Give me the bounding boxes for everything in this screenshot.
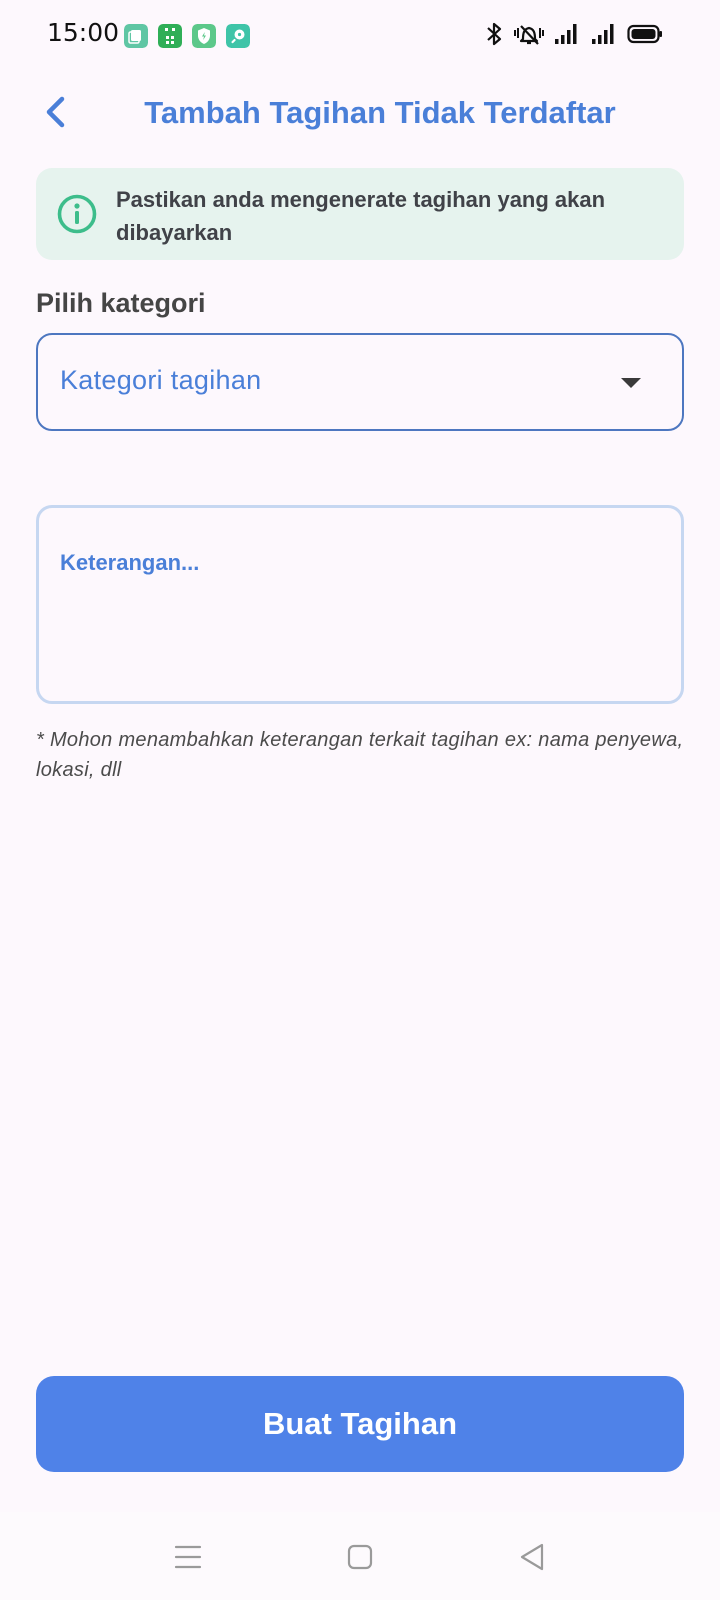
system-nav-bar	[0, 1512, 720, 1600]
chevron-left-icon	[46, 96, 65, 128]
home-icon[interactable]	[343, 1540, 377, 1574]
info-icon	[57, 194, 97, 234]
category-placeholder: Kategori tagihan	[60, 365, 262, 395]
dropdown-arrow-icon	[621, 378, 641, 388]
screen: 15:00 Tambah Tagihan Tidak Terdaftar Pas…	[0, 0, 720, 1600]
back-icon[interactable]	[515, 1540, 549, 1574]
signal-icon	[555, 24, 577, 44]
description-placeholder: Keterangan...	[60, 550, 200, 575]
menu-icon[interactable]	[171, 1540, 205, 1574]
battery-icon	[627, 24, 662, 44]
page-title: Tambah Tagihan Tidak Terdaftar	[144, 95, 616, 130]
category-dropdown[interactable]: Kategori tagihan	[36, 333, 684, 431]
status-bar: 15:00	[0, 0, 720, 72]
copy-app-icon	[124, 24, 148, 48]
shield-app-icon	[192, 24, 216, 48]
back-button[interactable]	[30, 82, 80, 142]
signal-icon	[592, 24, 614, 44]
status-time: 15:00	[47, 18, 120, 47]
vibrate-mute-icon	[514, 25, 544, 45]
category-label: Pilih kategori	[36, 288, 206, 318]
search-app-icon	[226, 24, 250, 48]
grid-app-icon	[158, 24, 182, 48]
description-helper-text: * Mohon menambahkan keterangan terkait t…	[36, 729, 684, 781]
bluetooth-icon	[487, 22, 502, 46]
create-bill-button[interactable]: Buat Tagihan	[36, 1376, 684, 1472]
info-banner: Pastikan anda mengenerate tagihan yang a…	[36, 168, 684, 260]
description-field[interactable]: Keterangan...	[36, 505, 684, 704]
info-banner-text: Pastikan anda mengenerate tagihan yang a…	[116, 187, 606, 245]
